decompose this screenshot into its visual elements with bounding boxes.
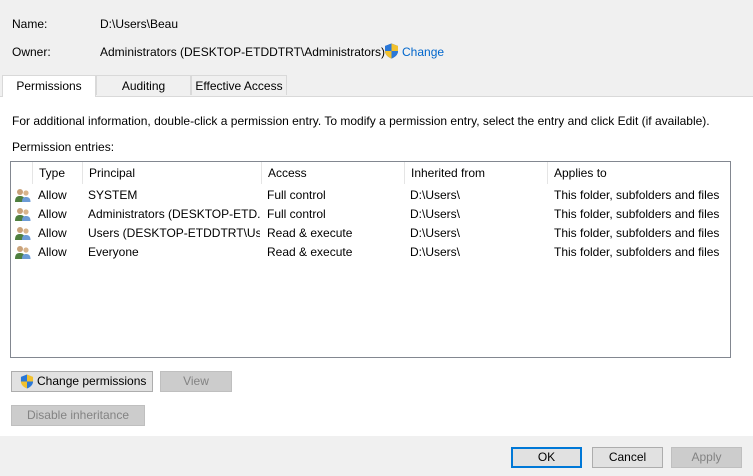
list-header: Type Principal Access Inherited from App…: [11, 162, 730, 184]
entry-access: Read & execute: [267, 245, 353, 259]
apply-button[interactable]: Apply: [671, 447, 742, 468]
name-value: D:\Users\Beau: [100, 17, 179, 31]
table-row[interactable]: Allow SYSTEM Full control D:\Users\ This…: [11, 186, 730, 205]
permission-entries-list[interactable]: Type Principal Access Inherited from App…: [10, 161, 731, 358]
user-group-icon: [15, 246, 31, 259]
entry-inherited-from: D:\Users\: [410, 226, 461, 240]
user-group-icon: [15, 227, 31, 240]
column-header-applies-to[interactable]: Applies to: [548, 162, 730, 184]
entry-principal: Everyone: [88, 245, 139, 259]
user-group-icon: [15, 189, 31, 202]
entry-principal: Users (DESKTOP-ETDDTRT\Use...: [88, 226, 260, 240]
entry-principal: SYSTEM: [88, 188, 138, 202]
uac-shield-icon: [20, 374, 34, 389]
entry-inherited-from: D:\Users\: [410, 245, 461, 259]
entry-access: Full control: [267, 207, 326, 221]
uac-shield-icon: [385, 43, 398, 59]
tab-auditing[interactable]: Auditing: [96, 75, 191, 95]
user-group-icon: [15, 208, 31, 221]
table-row[interactable]: Allow Administrators (DESKTOP-ETD... Ful…: [11, 205, 730, 224]
owner-label: Owner:: [12, 45, 51, 59]
entry-access: Full control: [267, 188, 326, 202]
entry-applies-to: This folder, subfolders and files: [554, 207, 720, 221]
table-row[interactable]: Allow Users (DESKTOP-ETDDTRT\Use... Read…: [11, 224, 730, 243]
entry-type: Allow: [38, 207, 67, 221]
permission-entries-label: Permission entries:: [12, 140, 115, 154]
header-icon-column: [11, 162, 33, 184]
column-header-type[interactable]: Type: [33, 162, 83, 184]
info-text: For additional information, double-click…: [12, 114, 710, 128]
entry-applies-to: This folder, subfolders and files: [554, 188, 720, 202]
owner-value: Administrators (DESKTOP-ETDDTRT\Administ…: [100, 45, 385, 59]
entry-inherited-from: D:\Users\: [410, 207, 461, 221]
column-header-inherited-from[interactable]: Inherited from: [405, 162, 548, 184]
column-header-access[interactable]: Access: [262, 162, 405, 184]
view-button[interactable]: View: [160, 371, 232, 392]
change-owner-link[interactable]: Change: [402, 44, 444, 60]
disable-inheritance-button[interactable]: Disable inheritance: [11, 405, 145, 426]
entry-applies-to: This folder, subfolders and files: [554, 226, 720, 240]
name-label: Name:: [12, 17, 48, 31]
table-row[interactable]: Allow Everyone Read & execute D:\Users\ …: [11, 243, 730, 262]
change-permissions-label: Change permissions: [37, 374, 147, 388]
column-header-principal[interactable]: Principal: [83, 162, 262, 184]
entry-type: Allow: [38, 245, 67, 259]
entry-inherited-from: D:\Users\: [410, 188, 461, 202]
cancel-button[interactable]: Cancel: [592, 447, 663, 468]
entry-access: Read & execute: [267, 226, 353, 240]
ok-button[interactable]: OK: [511, 447, 582, 468]
entry-type: Allow: [38, 188, 67, 202]
change-permissions-button[interactable]: Change permissions: [11, 371, 153, 392]
entry-applies-to: This folder, subfolders and files: [554, 245, 720, 259]
tab-permissions[interactable]: Permissions: [2, 75, 96, 97]
tab-effective-access[interactable]: Effective Access: [191, 75, 287, 95]
entry-type: Allow: [38, 226, 67, 240]
entry-principal: Administrators (DESKTOP-ETD...: [88, 207, 260, 221]
